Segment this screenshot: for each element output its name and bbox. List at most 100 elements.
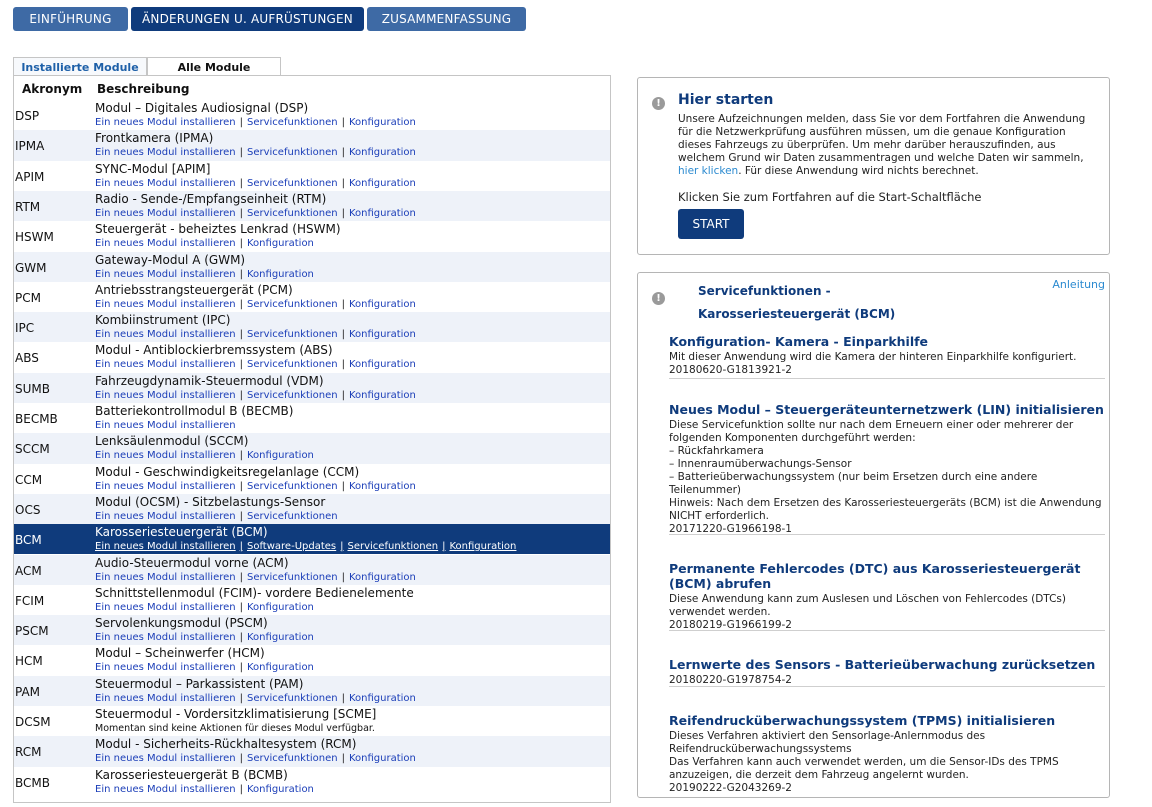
table-row[interactable]: HSWM Steuergerät - beheiztes Lenkrad (HSW… [14,221,610,252]
service-item-title[interactable]: Permanente Fehlercodes (DTC) aus Karosse… [669,561,1105,591]
module-action-link[interactable]: Ein neues Modul installieren [95,390,236,401]
module-action-link[interactable]: Ein neues Modul installieren [95,753,236,764]
module-action-link[interactable]: Konfiguration [449,541,516,552]
module-action-link[interactable]: Ein neues Modul installieren [95,117,236,128]
module-action-link[interactable]: Ein neues Modul installieren [95,572,236,583]
table-row[interactable]: ACM Audio-Steuermodul vorne (ACM) Ein neue… [14,554,610,585]
module-description: Radio - Sende-/Empfangseinheit (RTM) [95,191,327,206]
module-action-link[interactable]: Ein neues Modul installieren [95,359,236,370]
module-action-link[interactable]: Servicefunktionen [247,753,338,764]
module-action-link[interactable]: Konfiguration [349,299,416,310]
module-action-link[interactable]: Konfiguration [349,117,416,128]
module-action-link[interactable]: Ein neues Modul installieren [95,511,236,522]
module-action-link[interactable]: Ein neues Modul installieren [95,693,236,704]
table-row[interactable]: IPC Kombiinstrument (IPC) Ein neues Modul … [14,312,610,343]
module-description: Karosseriesteuergerät B (BCMB) [95,767,288,782]
start-button[interactable]: START [678,209,744,239]
module-action-link[interactable]: Servicefunktionen [247,511,338,522]
table-row[interactable]: OCS Modul (OCSM) - Sitzbelastungs-Sensor E… [14,493,610,525]
table-header: Akronym Beschreibung [14,76,610,100]
module-action-link[interactable]: Ein neues Modul installieren [95,329,236,340]
module-action-link[interactable]: Konfiguration [349,753,416,764]
module-action-link[interactable]: Servicefunktionen [247,693,338,704]
click-here-link[interactable]: hier klicken [678,165,738,177]
module-action-link[interactable]: Servicefunktionen [247,390,338,401]
module-action-link[interactable]: Servicefunktionen [247,481,338,492]
module-action-link[interactable]: Konfiguration [349,481,416,492]
module-action-link[interactable]: Konfiguration [247,602,314,613]
table-row[interactable]: PSCM Servolenkungsmodul (PSCM) Ein neues M… [14,615,610,646]
module-action-link[interactable]: Konfiguration [247,269,314,280]
table-row[interactable]: CCM Modul - Geschwindigkeitsregelanlage (… [14,463,610,494]
module-action-link[interactable]: Ein neues Modul installieren [95,481,236,492]
table-row[interactable]: ABS Modul - Antiblockierbremssystem (ABS)… [14,342,610,373]
nav-changes-button[interactable]: ÄNDERUNGEN U. AUFRÜSTUNGEN [131,7,364,31]
module-action-link[interactable]: Ein neues Modul installieren [95,602,236,613]
module-action-link[interactable]: Konfiguration [247,238,314,249]
module-action-link[interactable]: Servicefunktionen [247,359,338,370]
module-action-link[interactable]: Servicefunktionen [247,208,338,219]
guide-link[interactable]: Anleitung [1052,278,1105,291]
nav-intro-button[interactable]: EINFÜHRUNG [13,7,128,31]
service-item-title[interactable]: Reifendrucküberwachungssystem (TPMS) ini… [669,713,1105,728]
module-action-link[interactable]: Konfiguration [247,450,314,461]
table-row[interactable]: DCSM Steuermodul - Vordersitzklimatisieru… [14,706,610,737]
module-action-link[interactable]: Ein neues Modul installieren [95,238,236,249]
module-action-link[interactable]: Servicefunktionen [247,117,338,128]
module-action-link[interactable]: Servicefunktionen [247,329,338,340]
module-action-link[interactable]: Konfiguration [349,178,416,189]
module-action-link[interactable]: Konfiguration [349,329,416,340]
module-action-link[interactable]: Ein neues Modul installieren [95,208,236,219]
start-body-text-end: . Für diese Anwendung wird nichts berech… [738,165,979,177]
module-action-link[interactable]: Ein neues Modul installieren [95,178,236,189]
module-action-link[interactable]: Konfiguration [349,359,416,370]
module-action-link[interactable]: Konfiguration [349,147,416,158]
table-row[interactable]: PAM Steuermodul – Parkassistent (PAM) Ein … [14,675,610,706]
service-item-title[interactable]: Konfiguration- Kamera - Einparkhilfe [669,334,1105,349]
module-action-link[interactable]: Konfiguration [247,662,314,673]
table-row[interactable]: DSP Modul – Digitales Audiosignal (DSP) Ei… [14,100,610,131]
table-row[interactable]: FCIM Schnittstellenmodul (FCIM)- vordere … [14,584,610,616]
module-action-link[interactable]: Konfiguration [247,632,314,643]
module-description: Modul - Sicherheits-Rückhaltesystem (RCM… [95,737,357,752]
module-action-link[interactable]: Servicefunktionen [348,541,439,552]
link-separator: | [239,298,243,310]
service-item-title[interactable]: Neues Modul – Steuergeräteunternetzwerk … [669,402,1105,417]
module-action-link[interactable]: Ein neues Modul installieren [95,299,236,310]
module-action-link[interactable]: Ein neues Modul installieren [95,662,236,673]
module-action-link[interactable]: Konfiguration [349,390,416,401]
tab-all-modules[interactable]: Alle Module [147,57,281,76]
module-action-link[interactable]: Servicefunktionen [247,299,338,310]
table-row[interactable]: RTM Radio - Sende-/Empfangseinheit (RTM) E… [14,190,610,222]
table-row[interactable]: RCM Modul - Sicherheits-Rückhaltesystem (… [14,736,610,767]
table-row[interactable]: IPMA Frontkamera (IPMA) Ein neues Modul in… [14,130,610,161]
nav-summary-button[interactable]: ZUSAMMENFASSUNG [367,7,526,31]
module-action-link[interactable]: Software-Updates [247,541,336,552]
table-row[interactable]: SUMB Fahrzeugdynamik-Steuermodul (VDM) Ein… [14,372,610,403]
module-action-link[interactable]: Konfiguration [247,784,314,795]
table-row[interactable]: APIM SYNC-Modul [APIM] Ein neues Modul ins… [14,160,610,191]
table-row[interactable]: SCCM Lenksäulenmodul (SCCM) Ein neues Modu… [14,433,610,464]
table-row[interactable]: BCM Karosseriesteuergerät (BCM) Ein neues … [14,524,610,555]
module-action-link[interactable]: Ein neues Modul installieren [95,632,236,643]
module-action-link[interactable]: Konfiguration [349,693,416,704]
tab-installed-modules[interactable]: Installierte Module [13,57,147,76]
table-row[interactable]: BECMB Batteriekontrollmodul B (BECMB) Ein … [14,403,610,434]
table-row[interactable]: BCMB Karosseriesteuergerät B (BCMB) Ein ne… [14,766,610,797]
module-action-link[interactable]: Ein neues Modul installieren [95,450,236,461]
module-action-link[interactable]: Servicefunktionen [247,147,338,158]
table-row[interactable]: HCM Modul – Scheinwerfer (HCM) Ein neues M… [14,645,610,676]
table-row[interactable]: GWM Gateway-Modul A (GWM) Ein neues Modul … [14,251,610,282]
module-description: Antriebsstrangsteuergerät (PCM) [95,282,293,297]
module-action-link[interactable]: Ein neues Modul installieren [95,147,236,158]
module-action-link[interactable]: Servicefunktionen [247,572,338,583]
module-action-link[interactable]: Konfiguration [349,572,416,583]
module-action-link[interactable]: Servicefunktionen [247,178,338,189]
module-action-link[interactable]: Konfiguration [349,208,416,219]
module-action-link[interactable]: Ein neues Modul installieren [95,420,236,431]
module-action-link[interactable]: Ein neues Modul installieren [95,269,236,280]
module-action-link[interactable]: Ein neues Modul installieren [95,784,236,795]
table-row[interactable]: PCM Antriebsstrangsteuergerät (PCM) Ein ne… [14,281,610,313]
service-item-title[interactable]: Lernwerte des Sensors - Batterieüberwach… [669,657,1105,672]
module-action-link[interactable]: Ein neues Modul installieren [95,541,236,552]
